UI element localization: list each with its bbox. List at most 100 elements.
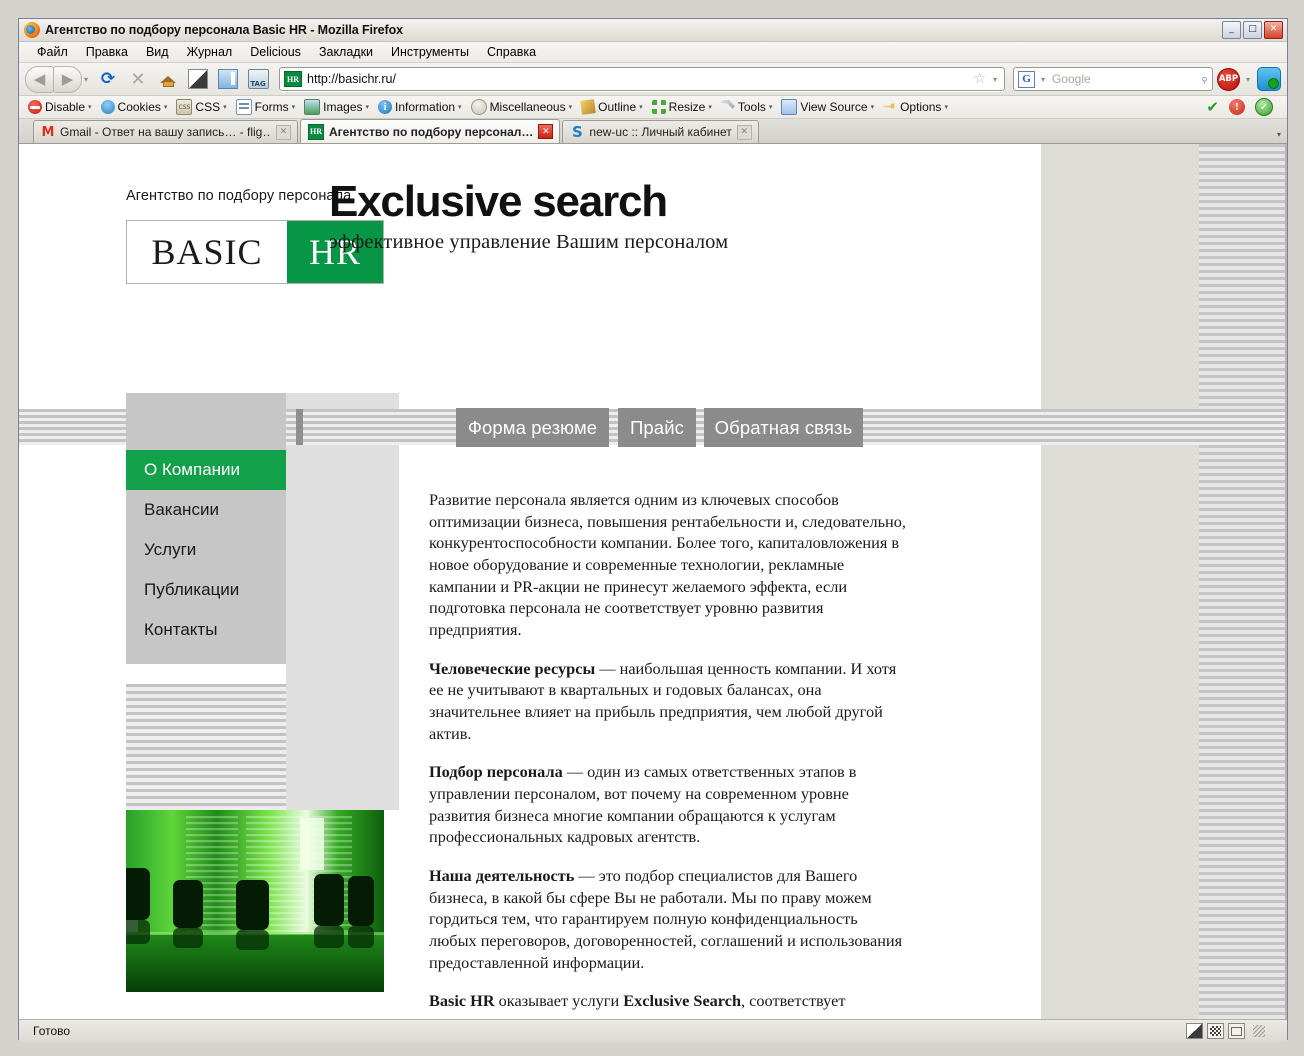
tab-close-icon[interactable]: ✕ xyxy=(276,124,291,140)
menu-item-history[interactable]: Журнал xyxy=(187,45,233,59)
sidebar-menu: О Компании Вакансии Услуги Публикации Ко… xyxy=(126,450,286,664)
close-button[interactable]: ✕ xyxy=(1264,21,1283,39)
sidebar-item-label: Контакты xyxy=(144,620,218,639)
devbar-item-options[interactable]: Options ▾ xyxy=(880,100,951,114)
sidebar-item-services[interactable]: Услуги xyxy=(126,530,286,570)
chevron-down-icon: ▾ xyxy=(163,103,168,111)
stop-icon[interactable]: ✕ xyxy=(125,66,151,92)
maximize-button[interactable]: □ xyxy=(1243,21,1262,39)
chevron-down-icon: ▾ xyxy=(365,103,370,111)
sidebar-item-vacancies[interactable]: Вакансии xyxy=(126,490,286,530)
search-input-placeholder[interactable]: Google xyxy=(1052,72,1197,86)
right-stripe-decoration xyxy=(1199,144,1287,1019)
mail-status-icon[interactable] xyxy=(1228,1023,1245,1039)
skype-icon[interactable] xyxy=(1257,67,1281,91)
menu-item-delicious[interactable]: Delicious xyxy=(250,45,301,59)
address-bar[interactable]: HR http://basichr.ru/ ☆ ▾ xyxy=(279,67,1005,91)
tab-new-uc[interactable]: S new-uc :: Личный кабинет ✕ xyxy=(562,120,759,143)
devbar-item-forms[interactable]: Forms ▾ xyxy=(233,99,299,115)
adblock-plus-icon[interactable]: ABP xyxy=(1216,67,1240,91)
paragraph-2: Человеческие ресурсы — наибольшая ценнос… xyxy=(429,658,909,745)
chevron-down-icon: ▾ xyxy=(223,103,227,111)
resize-grip[interactable] xyxy=(1253,1025,1265,1037)
devbar-status-group: ✔ ! ✓ xyxy=(1206,98,1281,116)
devbar-item-css[interactable]: CSS CSS ▾ xyxy=(173,99,229,115)
bookmark-star-icon[interactable]: ☆ xyxy=(973,71,986,87)
tab-close-icon[interactable]: ✕ xyxy=(736,124,752,140)
history-dropdown-icon[interactable]: ▾ xyxy=(84,75,88,84)
url-text: http://basichr.ru/ xyxy=(307,72,396,86)
sidebar-item-publications[interactable]: Публикации xyxy=(126,570,286,610)
page-ok-icon[interactable]: ✓ xyxy=(1255,98,1273,116)
slogan-subtitle: эффективное управление Вашим персоналом xyxy=(329,231,729,253)
devbar-item-outline[interactable]: Outline ▾ xyxy=(578,99,646,115)
devbar-label: Miscellaneous xyxy=(489,100,566,114)
tab-list-dropdown-icon[interactable]: ▾ xyxy=(1277,130,1281,139)
sidebar-panel-icon[interactable] xyxy=(215,66,241,92)
sidebar-item-about[interactable]: О Компании xyxy=(126,450,286,490)
devbar-item-miscellaneous[interactable]: Miscellaneous ▾ xyxy=(468,99,576,115)
menu-item-help[interactable]: Справка xyxy=(487,45,536,59)
reload-icon[interactable]: ⟳ xyxy=(95,66,121,92)
devbar-item-information[interactable]: i Information ▾ xyxy=(375,100,465,114)
search-icon[interactable]: ⌕ xyxy=(1197,71,1212,87)
dotted-status-icon[interactable] xyxy=(1207,1023,1224,1039)
validation-check-icon[interactable]: ✔ xyxy=(1206,98,1219,116)
devbar-label: Resize xyxy=(668,100,706,114)
content-grey-column xyxy=(286,393,399,810)
sidebar-item-label: Публикации xyxy=(144,580,240,599)
delicious-tag-icon[interactable]: TAG xyxy=(245,66,271,92)
disable-icon xyxy=(28,100,42,114)
chevron-down-icon: ▾ xyxy=(944,103,948,111)
devbar-item-cookies[interactable]: Cookies ▾ xyxy=(98,100,171,114)
article-content: Развитие персонала является одним из клю… xyxy=(429,489,909,1019)
tab-close-icon[interactable]: ✕ xyxy=(538,124,554,139)
back-forward-group: ◀ ▶ ▾ xyxy=(25,65,91,93)
navigation-toolbar: ◀ ▶ ▾ ⟳ ✕ TAG HR http://basichr.ru/ ☆ ▾ … xyxy=(19,63,1287,96)
top-nav-feedback[interactable]: Обратная связь xyxy=(704,408,863,447)
top-nav-form-resume[interactable]: Форма резюме xyxy=(456,408,609,447)
minimize-button[interactable]: _ xyxy=(1222,21,1241,39)
devbar-label: Disable xyxy=(45,100,86,114)
tab-bar: M Gmail - Ответ на вашу запись… - flig… … xyxy=(19,119,1287,144)
menu-item-file[interactable]: Файл xyxy=(37,45,68,59)
menu-bar: Файл Правка Вид Журнал Delicious Закладк… xyxy=(19,42,1287,63)
error-count-icon[interactable]: ! xyxy=(1229,99,1245,115)
devbar-item-images[interactable]: Images ▾ xyxy=(301,99,372,115)
google-search-engine-icon[interactable]: G xyxy=(1017,70,1035,88)
sidebar-item-contacts[interactable]: Контакты xyxy=(126,610,286,650)
search-engine-dropdown-icon[interactable]: ▾ xyxy=(1041,75,1045,84)
url-dropdown-icon[interactable]: ▾ xyxy=(993,75,997,84)
viewport-right-edge xyxy=(1285,144,1287,1019)
search-bar[interactable]: G ▾ Google ⌕ xyxy=(1012,67,1213,91)
menu-item-edit[interactable]: Правка xyxy=(86,45,128,59)
browser-window: Агентство по подбору персонала Basic HR … xyxy=(18,18,1288,1042)
chevron-down-icon: ▾ xyxy=(768,103,773,111)
tab-gmail[interactable]: M Gmail - Ответ на вашу запись… - flig… … xyxy=(33,120,298,143)
menu-item-bookmarks[interactable]: Закладки xyxy=(319,45,373,59)
options-icon xyxy=(883,103,895,109)
devbar-label: Tools xyxy=(737,100,766,114)
top-nav-label: Прайс xyxy=(630,416,684,438)
screenshot-icon[interactable] xyxy=(185,66,211,92)
forward-button-icon[interactable]: ▶ xyxy=(53,65,82,93)
devbar-item-disable[interactable]: Disable ▾ xyxy=(25,100,95,114)
adblock-dropdown-icon[interactable]: ▾ xyxy=(1246,75,1250,84)
home-icon[interactable] xyxy=(155,66,181,92)
devbar-item-view-source[interactable]: View Source ▾ xyxy=(778,99,877,115)
paragraph-3: Подбор персонала — один из самых ответст… xyxy=(429,761,909,848)
top-nav-price[interactable]: Прайс xyxy=(618,408,696,447)
window-title: Агентство по подбору персонала Basic HR … xyxy=(45,23,403,37)
status-icons-group xyxy=(1186,1023,1283,1039)
menu-item-tools[interactable]: Инструменты xyxy=(391,45,469,59)
devbar-item-tools[interactable]: Tools ▾ xyxy=(718,100,776,114)
menu-item-view[interactable]: Вид xyxy=(146,45,169,59)
top-nav-label: Обратная связь xyxy=(714,416,853,438)
tab-basic-hr[interactable]: HR Агентство по подбору персонал… ✕ xyxy=(300,119,561,143)
devbar-item-resize[interactable]: Resize ▾ xyxy=(649,100,715,114)
devbar-label: Forms xyxy=(254,100,289,114)
tab-label: new-uc :: Личный кабинет xyxy=(589,125,732,139)
back-button-icon[interactable]: ◀ xyxy=(25,65,54,93)
screenshot-status-icon[interactable] xyxy=(1186,1023,1203,1039)
outline-icon xyxy=(580,99,597,115)
